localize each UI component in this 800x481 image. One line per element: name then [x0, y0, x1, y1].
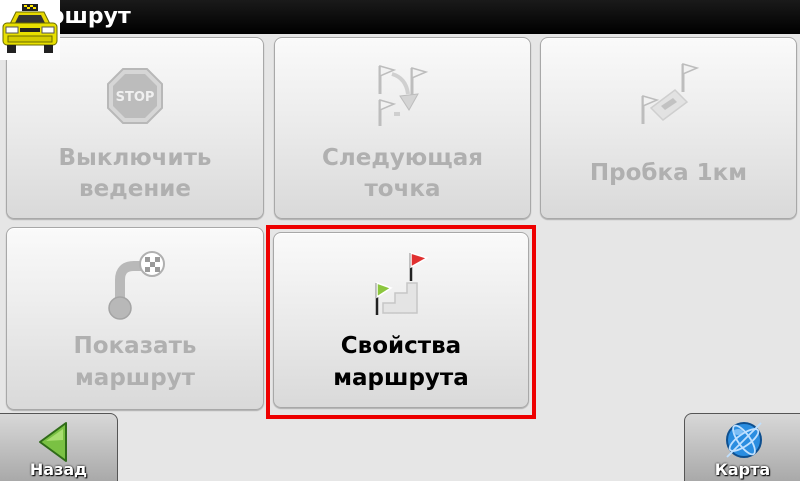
tile-label: Пробка 1км: [589, 160, 748, 186]
back-arrow-icon: [39, 422, 67, 462]
svg-text:STOP: STOP: [116, 90, 155, 105]
show-route-icon: [108, 251, 165, 320]
tile-label: маршрут: [75, 365, 195, 391]
map-button[interactable]: Карта: [684, 413, 800, 481]
stop-sign-icon: STOP: [107, 68, 163, 124]
show-route-button[interactable]: Показать маршрут: [6, 227, 264, 410]
traffic-jam-button[interactable]: Пробка 1км: [540, 37, 797, 219]
title-bar: Маршрут: [0, 0, 800, 34]
tile-label: Выключить: [58, 145, 212, 171]
traffic-jam-icon: [641, 63, 699, 124]
taxi-car-icon: [0, 0, 60, 60]
tile-label: Показать: [73, 333, 197, 359]
back-button[interactable]: Назад: [0, 413, 118, 481]
tile-label: Следующая: [322, 145, 483, 171]
map-label: Карта: [714, 460, 771, 479]
tile-label: точка: [364, 176, 441, 202]
next-waypoint-icon: [378, 65, 428, 126]
back-label: Назад: [29, 460, 88, 479]
selection-highlight: [266, 225, 536, 419]
disable-guidance-button[interactable]: STOP Выключить ведение: [6, 37, 264, 219]
tile-label: ведение: [79, 176, 191, 202]
next-waypoint-button[interactable]: Следующая точка: [274, 37, 531, 219]
globe-icon: [726, 422, 762, 458]
